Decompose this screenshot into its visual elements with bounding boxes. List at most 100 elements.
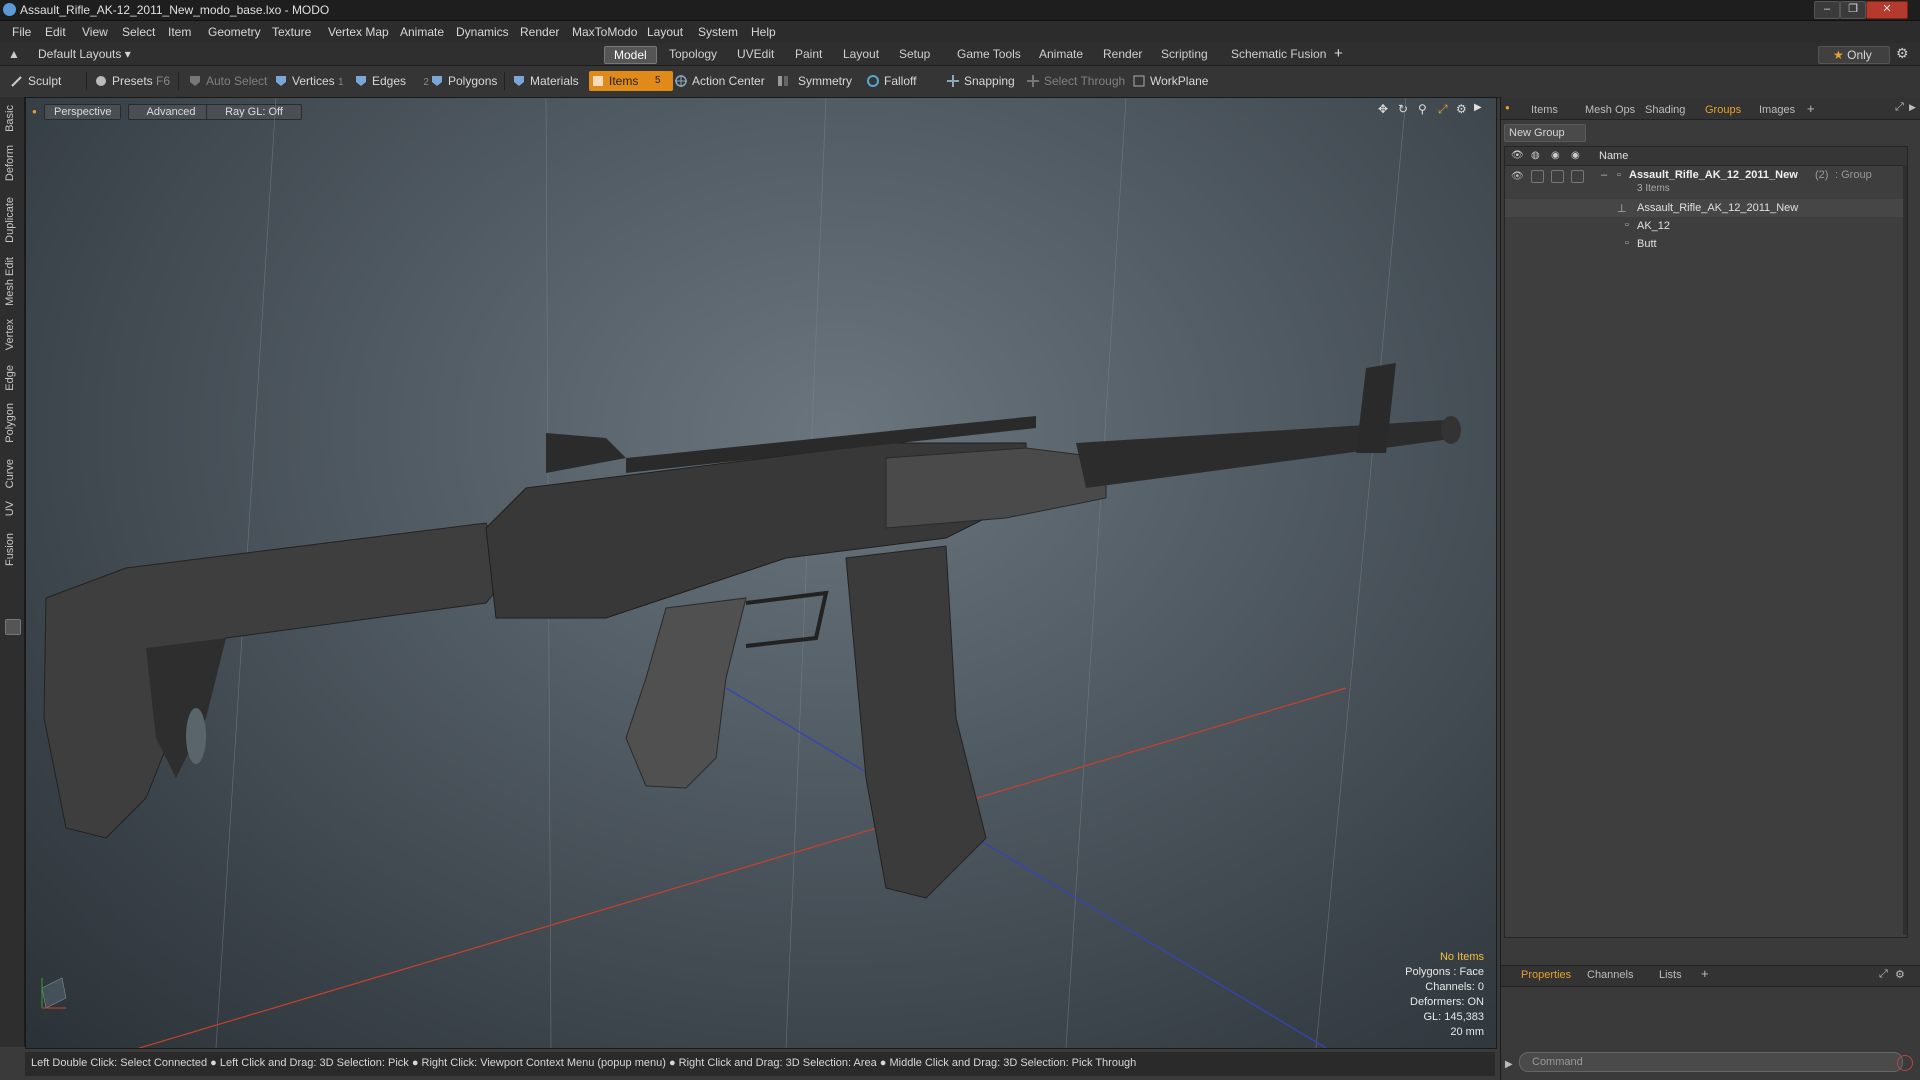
snapping-button[interactable]: Snapping [944,71,1015,91]
tab-images[interactable]: Images [1759,104,1795,116]
menu-system[interactable]: System [698,25,738,39]
vtab-polygon[interactable]: Polygon [4,403,20,443]
tab-paint[interactable]: Paint [786,46,831,62]
edges-button[interactable]: Edges 2 [352,71,429,91]
tab-mesh-ops[interactable]: Mesh Ops [1585,104,1635,116]
menu-animate[interactable]: Animate [400,25,444,39]
tab-groups[interactable]: Groups [1705,104,1741,116]
panel-expand-icon[interactable]: ⤢ [1895,101,1904,114]
auto-select-button[interactable]: Auto Select [186,71,267,91]
vtab-curve[interactable]: Curve [4,459,20,488]
tab-model[interactable]: Model [604,46,657,64]
name-column-header[interactable]: Name [1599,150,1628,162]
edges-label: Edges [372,74,407,88]
menu-file[interactable]: File [12,25,31,39]
vtab-basic[interactable]: Basic [4,105,20,132]
only-toggle[interactable]: ★ Only [1818,46,1890,64]
group-render-toggle[interactable] [1551,170,1564,183]
tab-layout[interactable]: Layout [834,46,888,62]
menu-item[interactable]: Item [168,25,191,39]
vtab-edge[interactable]: Edge [4,365,20,391]
snapping-icon [947,75,959,87]
symmetry-button[interactable]: Symmetry [774,71,852,91]
tab-uvedit[interactable]: UVEdit [728,46,783,62]
workplane-button[interactable]: WorkPlane [1130,71,1208,91]
tree-item[interactable]: ▫ AK_12 [1505,217,1907,235]
select-through-button[interactable]: Select Through [1024,71,1125,91]
gear-icon[interactable]: ⚙ [1896,45,1909,62]
menu-render[interactable]: Render [520,25,559,39]
items-button[interactable]: Items 5 [589,71,673,91]
vtab-fusion[interactable]: Fusion [4,533,20,566]
add-panel-tab-icon[interactable]: + [1807,101,1815,116]
tab-setup[interactable]: Setup [890,46,939,62]
add-tab-icon[interactable]: + [1334,45,1343,62]
menu-select[interactable]: Select [122,25,155,39]
mesh-item-icon: ⊥ [1617,203,1627,215]
panel-menu-icon[interactable]: ▶ [1909,102,1916,113]
vtab-duplicate[interactable]: Duplicate [4,197,20,243]
tab-channels[interactable]: Channels [1587,969,1633,981]
layout-selector[interactable]: Default Layouts ▾ [38,47,131,61]
menu-help[interactable]: Help [751,25,776,39]
materials-button[interactable]: Materials [510,71,579,91]
tab-scripting[interactable]: Scripting [1152,46,1217,62]
collapse-icon[interactable]: ▲ [8,47,20,61]
tree-scrollbar[interactable] [1903,165,1907,935]
menu-vertex-map[interactable]: Vertex Map [328,25,389,39]
tree-item[interactable]: ⊥ Assault_Rifle_AK_12_2011_New [1505,199,1907,217]
group-name: Assault_Rifle_AK_12_2011_New [1629,169,1798,181]
separator [178,72,179,90]
tab-game-tools[interactable]: Game Tools [948,46,1030,62]
menu-view[interactable]: View [82,25,108,39]
command-prompt-icon: ▶ [1505,1059,1513,1070]
tab-render[interactable]: Render [1094,46,1151,62]
properties-expand-icon[interactable]: ⤢ [1879,968,1888,981]
restore-button[interactable]: ❐ [1840,1,1866,19]
tab-schematic-fusion[interactable]: Schematic Fusion [1222,46,1335,62]
presets-button[interactable]: Presets F6 [92,71,170,91]
properties-gear-icon[interactable]: ⚙ [1895,968,1905,981]
3d-viewport[interactable]: ● Perspective Advanced Ray GL: Off ✥ ↻ ⚲… [25,97,1497,1049]
select-column-icon: ◉ [1571,150,1580,161]
workplane-label: WorkPlane [1150,74,1209,88]
channels-info: Channels: 0 [1425,981,1484,993]
menu-geometry[interactable]: Geometry [208,25,261,39]
close-button[interactable]: ✕ [1866,1,1908,19]
tab-properties[interactable]: Properties [1521,969,1571,981]
sculpt-button[interactable]: Sculpt [8,71,61,91]
vtab-mesh-edit[interactable]: Mesh Edit [4,257,20,306]
polygons-button[interactable]: Polygons [428,71,497,91]
group-collapse-icon[interactable]: – [1601,169,1607,181]
falloff-button[interactable]: Falloff [864,71,916,91]
tab-shading[interactable]: Shading [1645,104,1685,116]
minimize-button[interactable]: – [1814,1,1840,19]
tab-items[interactable]: Items [1531,104,1558,116]
tab-topology[interactable]: Topology [660,46,726,62]
tab-animate[interactable]: Animate [1030,46,1092,62]
group-select-toggle[interactable] [1571,170,1584,183]
group-visibility-icon[interactable]: 👁 [1511,171,1524,182]
action-center-button[interactable]: Action Center [672,71,765,91]
menu-edit[interactable]: Edit [45,25,66,39]
command-input[interactable]: Command [1519,1052,1903,1072]
vtab-vertex[interactable]: Vertex [4,319,20,350]
tab-lists[interactable]: Lists [1659,969,1682,981]
menu-maxtomodo[interactable]: MaxToModo [572,25,637,39]
menu-texture[interactable]: Texture [272,25,311,39]
group-row[interactable]: 👁 – ▫ Assault_Rifle_AK_12_2011_New (2) :… [1505,167,1907,197]
toggle-panel-button[interactable] [5,619,21,635]
status-hint: Left Double Click: Select Connected ● Le… [31,1057,1137,1069]
group-lock-toggle[interactable] [1531,170,1544,183]
menu-layout[interactable]: Layout [647,25,683,39]
menu-dynamics[interactable]: Dynamics [456,25,509,39]
vtab-deform[interactable]: Deform [4,145,20,181]
menu-bar: File Edit View Select Item Geometry Text… [0,21,1920,43]
vertices-button[interactable]: Vertices 1 [272,71,344,91]
vtab-uv[interactable]: UV [4,501,20,516]
tree-item[interactable]: ▫ Butt [1505,235,1907,253]
tree-item-label: AK_12 [1637,220,1671,232]
add-bottom-tab-icon[interactable]: + [1701,966,1709,981]
command-stop-icon[interactable] [1897,1055,1913,1071]
new-group-button[interactable]: New Group [1504,124,1586,142]
